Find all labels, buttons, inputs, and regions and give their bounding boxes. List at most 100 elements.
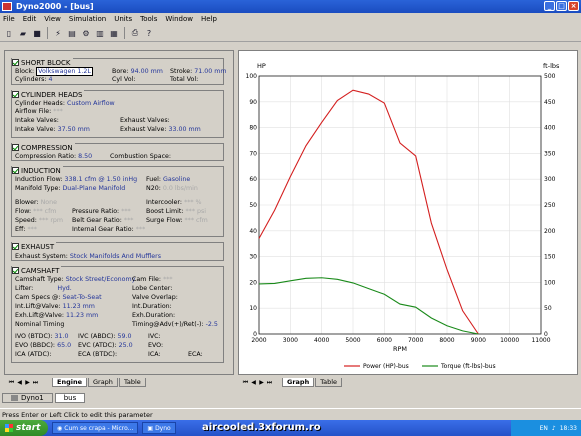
prev-tab-arrow-icon[interactable]: ◀: [250, 379, 257, 386]
belt-gear-value[interactable]: ***: [124, 217, 133, 224]
blower-flow-value[interactable]: *** cfm: [33, 208, 56, 215]
tools-icon[interactable]: ⚙: [80, 27, 92, 39]
next-tab-arrow-icon[interactable]: ▶: [24, 379, 31, 386]
cam-specs-value[interactable]: Seat-To-Seat: [62, 294, 101, 301]
taskbar-item-dyno[interactable]: ▣ Dyno: [142, 422, 176, 434]
surge-flow-value[interactable]: *** cfm: [185, 217, 208, 224]
tab-engine[interactable]: Engine: [52, 378, 87, 387]
y-left-tick-label: 30: [249, 254, 257, 261]
induction-flow-value[interactable]: 338.1 cfm @ 1.50 inHg: [65, 176, 138, 183]
fuel-value[interactable]: Gasoline: [163, 176, 190, 183]
tab-graph[interactable]: Graph: [87, 378, 118, 387]
exhaust-valve-value[interactable]: 33.00 mm: [168, 126, 200, 133]
menu-units[interactable]: Units: [114, 15, 132, 23]
table-icon[interactable]: ▦: [108, 27, 120, 39]
exhaust-checkbox[interactable]: [12, 243, 19, 250]
compression-ratio-value[interactable]: 8.50: [78, 153, 92, 160]
ivo-value[interactable]: 31.0: [54, 333, 68, 340]
stroke-value[interactable]: 71.00 mm: [194, 68, 226, 75]
menu-simulation[interactable]: Simulation: [69, 15, 106, 23]
airflow-value[interactable]: ***: [53, 108, 62, 115]
compression-checkbox[interactable]: [12, 144, 19, 151]
intake-valve-value[interactable]: 37.50 mm: [58, 126, 90, 133]
speaker-icon[interactable]: ♪: [552, 425, 556, 432]
cylinder-heads-checkbox[interactable]: [12, 91, 19, 98]
cam-type-value[interactable]: Stock Street/Economy: [66, 276, 136, 283]
induction-checkbox[interactable]: [12, 167, 19, 174]
new-icon[interactable]: ▯: [3, 27, 15, 39]
open-icon[interactable]: ▰: [17, 27, 29, 39]
manifold-value[interactable]: Dual-Plane Manifold: [62, 185, 125, 192]
first-tab-arrow-icon[interactable]: ⏮: [242, 379, 249, 386]
pressure-ratio-value[interactable]: ***: [121, 208, 130, 215]
intercooler-value[interactable]: *** %: [184, 199, 201, 206]
evc-value[interactable]: 25.0: [119, 342, 133, 349]
timing-value[interactable]: -2.5: [206, 321, 218, 328]
print-icon[interactable]: ⎙: [129, 27, 141, 39]
taskbar-item-browser[interactable]: ◉ Cum se crapa - Micro...: [52, 422, 139, 434]
bore-label: Bore:: [112, 68, 129, 75]
x-tick-label: 8000: [439, 337, 454, 344]
doc-tab-label: Dyno1: [21, 393, 44, 402]
last-tab-arrow-icon[interactable]: ⏭: [32, 379, 39, 386]
internal-gear-value[interactable]: ***: [136, 226, 145, 233]
menu-view[interactable]: View: [44, 15, 61, 23]
airflow-label: Airflow File:: [15, 108, 52, 115]
help-icon[interactable]: ?: [143, 27, 155, 39]
eff-value[interactable]: ***: [27, 226, 36, 233]
ivc-value[interactable]: 59.0: [118, 333, 132, 340]
menu-tools[interactable]: Tools: [140, 15, 157, 23]
menu-edit[interactable]: Edit: [23, 15, 37, 23]
exh-lift-value[interactable]: 11.23 mm: [66, 312, 98, 319]
heads-value[interactable]: Custom Airflow: [67, 100, 115, 107]
tab-graph-right[interactable]: Graph: [282, 378, 315, 387]
right-tabs: Graph Table: [282, 378, 343, 387]
stroke-label: Stroke:: [170, 68, 193, 75]
evo-readout-label: EVO:: [148, 342, 164, 349]
menu-file[interactable]: File: [3, 15, 15, 23]
pressure-ratio-label: Pressure Ratio:: [72, 208, 120, 215]
x-tick-label: 4000: [314, 337, 329, 344]
minimize-button[interactable]: _: [544, 1, 555, 11]
block-field[interactable]: Volkswagen 1.2L: [36, 67, 93, 76]
graph-panel: 2000 3000 4000 5000 6000 7000 8000 9000 10000 110…: [238, 50, 578, 375]
blower-value[interactable]: None: [41, 199, 57, 206]
cam-file-value[interactable]: ***: [163, 276, 172, 283]
evo-value[interactable]: 65.0: [57, 342, 71, 349]
y-right-tick-label: 50: [544, 305, 552, 312]
short-block-checkbox[interactable]: [12, 59, 19, 66]
chart-icon[interactable]: ▥: [94, 27, 106, 39]
section-title: COMPRESSION: [21, 143, 73, 152]
menu-help[interactable]: Help: [201, 15, 217, 23]
y-right-tick-label: 250: [544, 202, 556, 209]
save-icon[interactable]: ■: [31, 27, 43, 39]
camshaft-checkbox[interactable]: [12, 267, 19, 274]
doc-tab-dyno1[interactable]: Dyno1: [2, 393, 53, 403]
int-lift-value[interactable]: 11.23 mm: [63, 303, 95, 310]
start-button[interactable]: start: [0, 420, 48, 436]
n20-value[interactable]: 0.0 lbs/min: [163, 185, 198, 192]
speed-value[interactable]: *** rpm: [39, 217, 63, 224]
induction-flow-label: Induction Flow:: [15, 176, 63, 183]
exhaust-system-value[interactable]: Stock Manifolds And Mufflers: [70, 253, 161, 260]
tab-table[interactable]: Table: [118, 378, 146, 387]
cylinders-value[interactable]: 4: [49, 76, 53, 83]
first-tab-arrow-icon[interactable]: ⏮: [8, 379, 15, 386]
tab-table-right[interactable]: Table: [315, 378, 343, 387]
last-tab-arrow-icon[interactable]: ⏭: [266, 379, 273, 386]
doc-tab-bus[interactable]: bus: [54, 393, 86, 403]
close-button[interactable]: ×: [568, 1, 579, 11]
restore-button[interactable]: □: [556, 1, 567, 11]
boost-limit-value[interactable]: *** psi: [186, 208, 206, 215]
bore-value[interactable]: 94.00 mm: [131, 68, 163, 75]
lobe-center-label: Lobe Center:: [132, 285, 173, 292]
next-tab-arrow-icon[interactable]: ▶: [258, 379, 265, 386]
language-indicator[interactable]: EN: [540, 425, 548, 432]
menu-window[interactable]: Window: [165, 15, 193, 23]
run-icon[interactable]: ⚡: [52, 27, 64, 39]
cyl-vol-label: Cyl Vol:: [112, 76, 136, 83]
prev-tab-arrow-icon[interactable]: ◀: [16, 379, 23, 386]
lifter-value[interactable]: Hyd.: [57, 285, 71, 292]
compare-icon[interactable]: ▤: [66, 27, 78, 39]
y-right-axis-label: ft-lbs: [543, 62, 560, 70]
